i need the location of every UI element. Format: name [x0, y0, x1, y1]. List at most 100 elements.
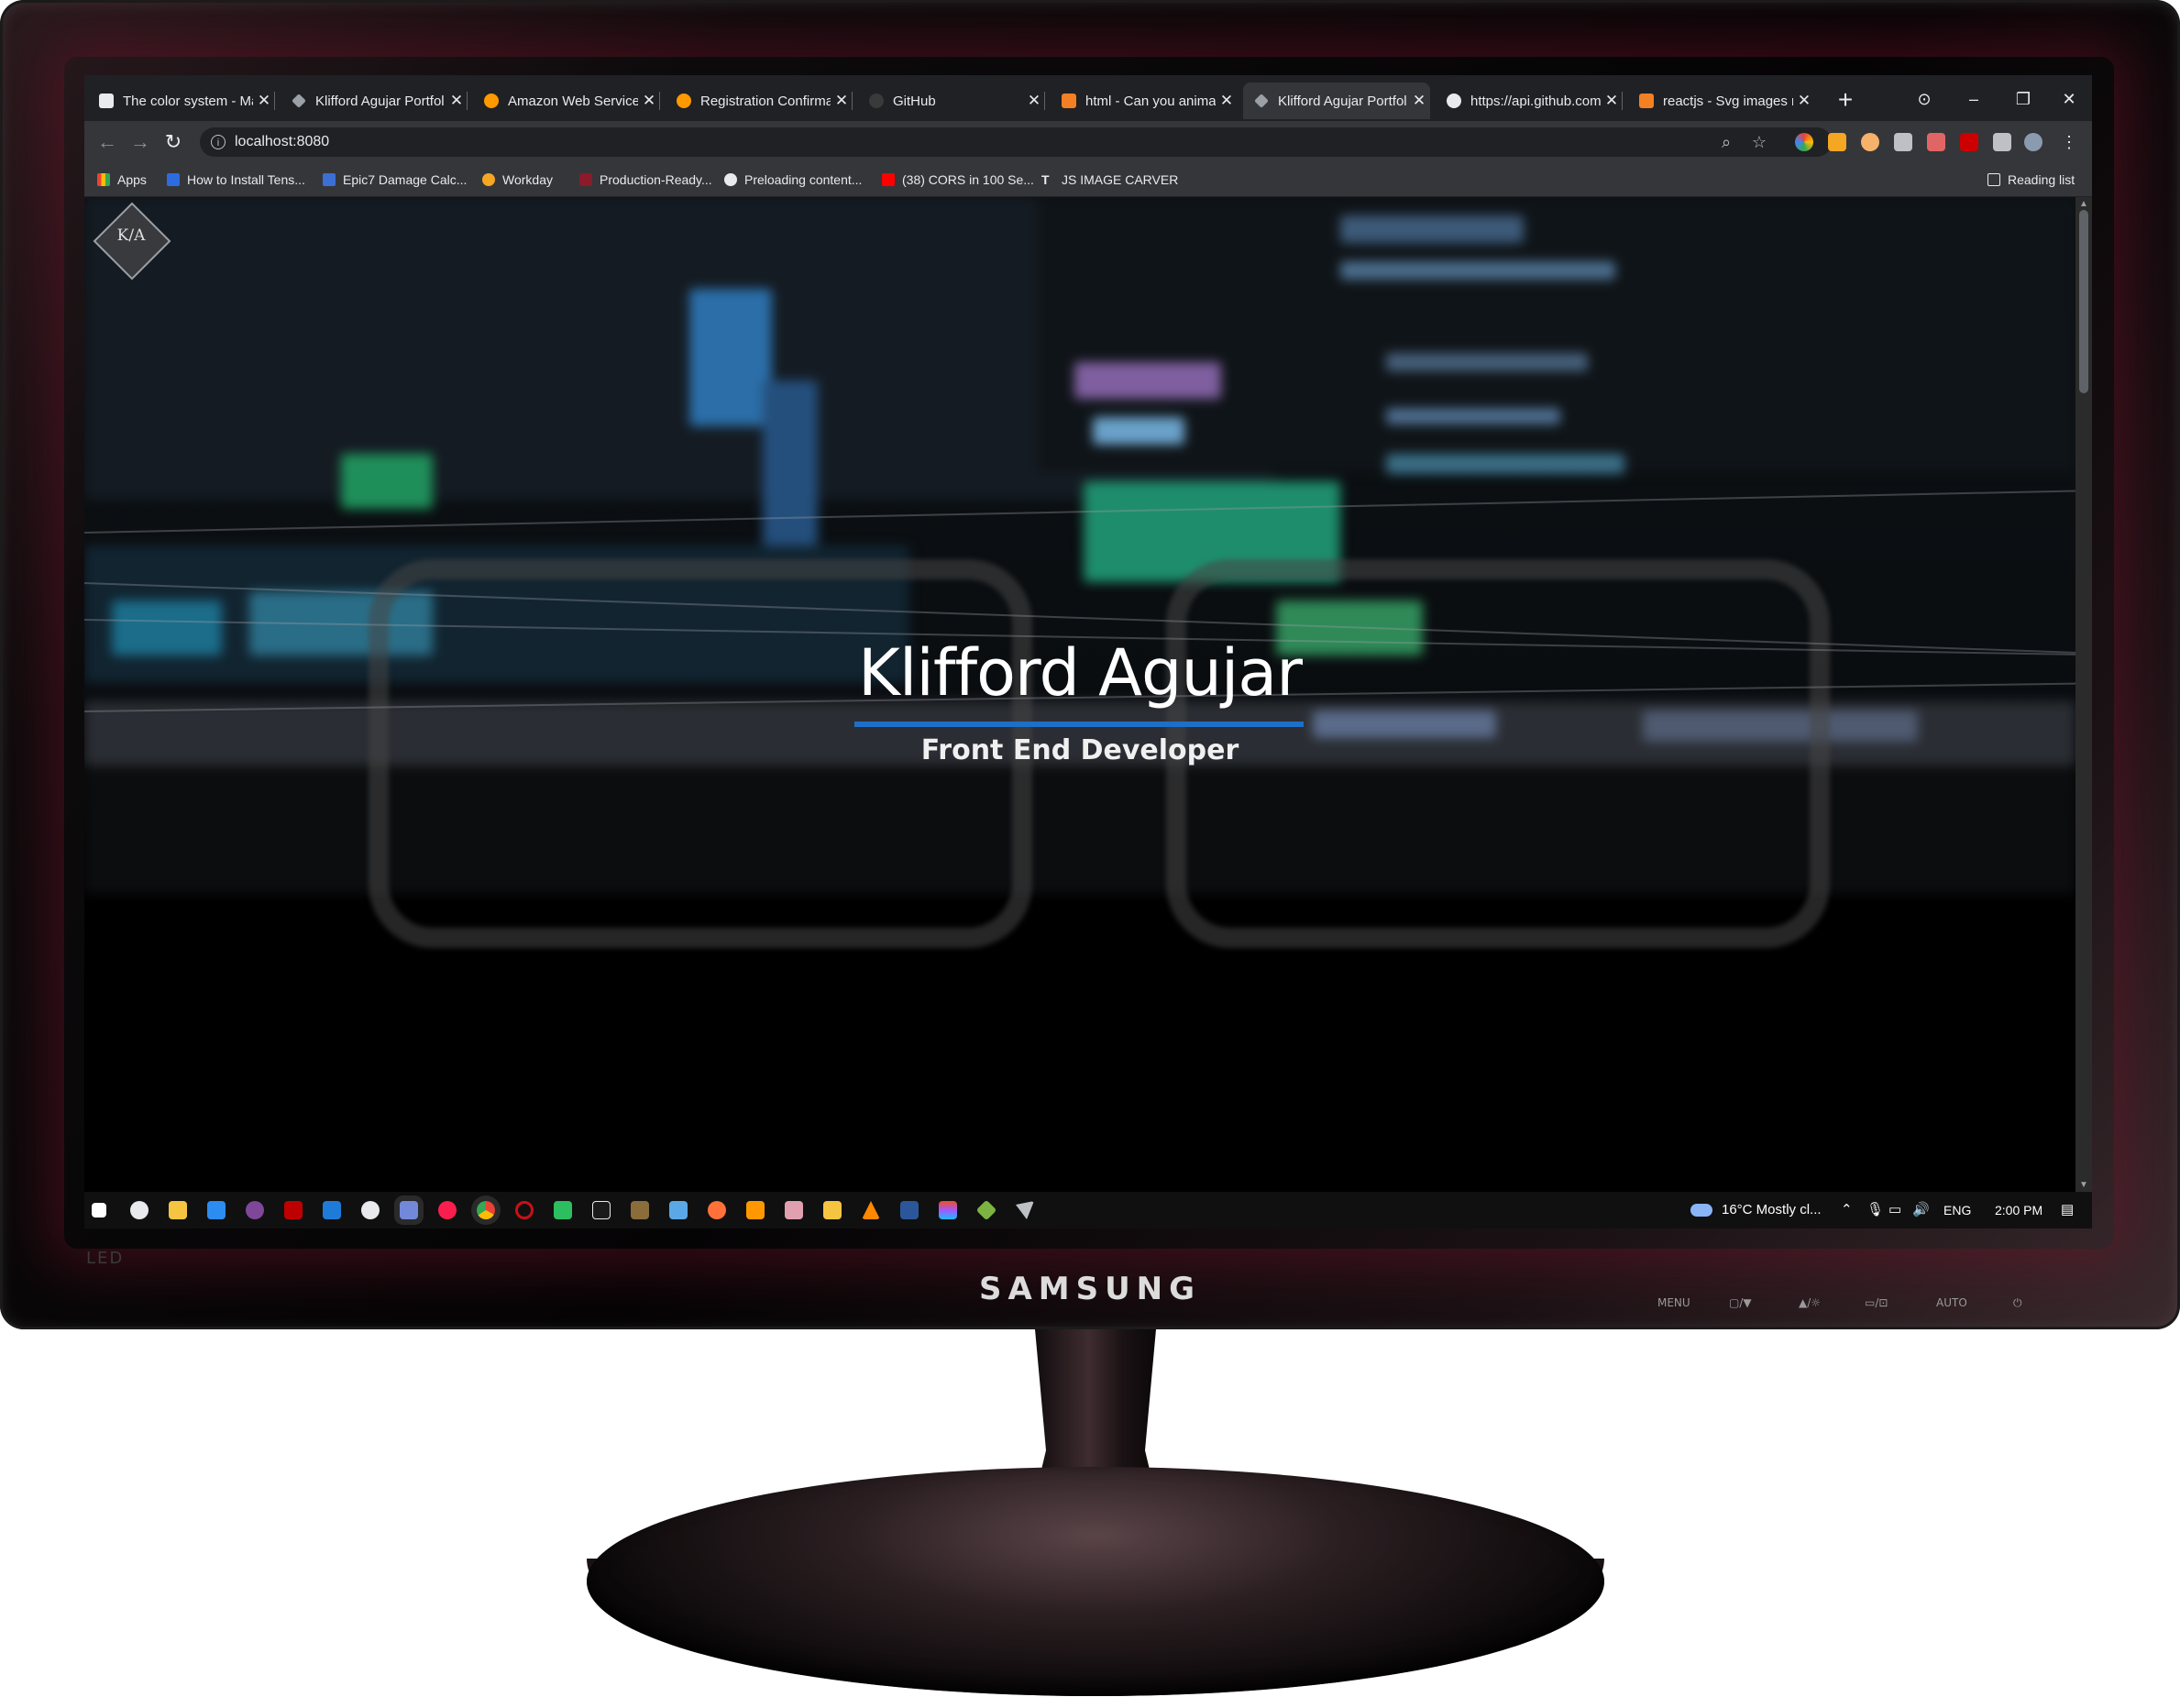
volume-icon[interactable]: 🔊	[1912, 1192, 1930, 1229]
address-bar[interactable]: i localhost:8080	[200, 127, 1832, 157]
site-info-icon[interactable]: i	[211, 135, 226, 149]
chrome-icon[interactable]	[477, 1201, 495, 1219]
monitor-stand-base	[587, 1467, 1604, 1696]
weather-widget[interactable]: 16°C Mostly cl...	[1690, 1192, 1822, 1229]
bookmark-apps[interactable]: Apps	[97, 169, 147, 191]
close-icon[interactable]: ✕	[1216, 92, 1238, 110]
opera-icon[interactable]	[515, 1201, 534, 1219]
notifications-icon[interactable]: ▤	[2061, 1192, 2074, 1229]
file-explorer-icon[interactable]	[169, 1201, 187, 1219]
close-icon[interactable]: ✕	[446, 92, 468, 110]
color-picker-extension-icon[interactable]	[1795, 133, 1813, 151]
close-window-button[interactable]: ✕	[2046, 83, 2092, 116]
reload-button[interactable]: ↻	[160, 128, 187, 156]
browser-tab-bar: The color system - Ma ✕ Klifford Agujar …	[84, 75, 2092, 121]
page-scrollbar[interactable]: ▲ ▼	[2075, 197, 2092, 1192]
bookmark-tensorflow[interactable]: How to Install Tens...	[167, 169, 305, 191]
tab-title: The color system - Ma	[123, 93, 253, 109]
tab-stackoverflow-svg[interactable]: reactjs - Svg images n ✕	[1628, 83, 1815, 119]
reading-list-button[interactable]: Reading list	[1987, 169, 2075, 191]
tab-aws[interactable]: Amazon Web Services ✕	[473, 83, 660, 119]
close-icon[interactable]: ✕	[831, 92, 853, 110]
xbox-icon[interactable]	[130, 1201, 149, 1219]
extension-icon[interactable]	[1927, 133, 1945, 151]
bookmark-preloading[interactable]: Preloading content...	[724, 169, 862, 191]
lightroom-icon[interactable]	[823, 1201, 842, 1219]
minecraft-icon[interactable]	[975, 1199, 997, 1221]
tab-registration[interactable]: Registration Confirmat ✕	[666, 83, 853, 119]
monitor-picture-button[interactable]: ▭/⊡	[1865, 1296, 1888, 1309]
monitor-brightness-button[interactable]: ▲/☼	[1799, 1296, 1821, 1309]
hero-underline	[854, 722, 1304, 727]
browser-toolbar: ← → ↻ i localhost:8080 ⌕ ☆ ⋮	[84, 121, 2092, 163]
opera-gx-icon[interactable]	[438, 1201, 457, 1219]
library-icon[interactable]	[631, 1201, 649, 1219]
menu-kebab-icon[interactable]: ⋮	[2057, 127, 2081, 157]
firefox-icon[interactable]	[708, 1201, 726, 1219]
paint-icon[interactable]	[785, 1201, 803, 1219]
bookmark-workday[interactable]: Workday	[482, 169, 553, 191]
extension-icon[interactable]	[1828, 133, 1846, 151]
bookmark-label: Preloading content...	[744, 172, 863, 187]
tab-github[interactable]: GitHub ✕	[858, 83, 1045, 119]
vscode-icon[interactable]	[323, 1201, 341, 1219]
camera-extension-icon[interactable]	[1894, 133, 1912, 151]
bookmark-epic7[interactable]: Epic7 Damage Calc...	[323, 169, 467, 191]
bookmark-label: Workday	[502, 172, 553, 187]
tab-color-system[interactable]: The color system - Ma ✕	[88, 83, 275, 119]
vlc-icon[interactable]	[862, 1201, 880, 1219]
profile-avatar[interactable]	[2024, 133, 2042, 151]
extension-icon[interactable]	[1861, 133, 1879, 151]
tab-klifford-portfolio-active[interactable]: Klifford Agujar Portfol ✕	[1243, 83, 1430, 119]
network-icon[interactable]: ▭	[1888, 1192, 1901, 1229]
github-desktop-icon[interactable]	[361, 1201, 380, 1219]
mail-icon[interactable]	[207, 1201, 226, 1219]
tab-klifford-portfolio-1[interactable]: Klifford Agujar Portfol ✕	[281, 83, 468, 119]
show-hidden-icons[interactable]: ⌃	[1841, 1192, 1853, 1229]
language-indicator[interactable]: ENG	[1943, 1192, 1971, 1229]
apps-grid-icon	[97, 173, 110, 186]
word-icon[interactable]	[900, 1201, 919, 1219]
bookmark-star-icon[interactable]: ☆	[1747, 127, 1771, 157]
tab-search-button[interactable]: ⊙	[1901, 83, 1947, 116]
tab-stackoverflow-animate[interactable]: html - Can you animat ✕	[1051, 83, 1238, 119]
bookmark-cors-video[interactable]: (38) CORS in 100 Se...	[882, 169, 1034, 191]
monitor-auto-button[interactable]: AUTO	[1936, 1296, 1967, 1309]
filezilla-icon[interactable]	[284, 1201, 303, 1219]
back-button[interactable]: ←	[94, 128, 121, 156]
close-icon[interactable]: ✕	[1023, 92, 1045, 110]
zoom-icon[interactable]: ⌕	[1714, 127, 1738, 157]
bookmark-js-image-carver[interactable]: T JS IMAGE CARVER	[1041, 169, 1178, 191]
close-icon[interactable]: ✕	[1408, 92, 1430, 110]
snip-icon[interactable]	[1016, 1201, 1034, 1219]
close-icon[interactable]: ✕	[253, 92, 275, 110]
tab-github-api[interactable]: https://api.github.com ✕	[1436, 83, 1623, 119]
terminal-icon[interactable]	[592, 1201, 611, 1219]
portfolio-hero: K/A Klifford Agujar Front End Developer	[84, 197, 2075, 1192]
bookmark-production-ready[interactable]: Production-Ready...	[579, 169, 712, 191]
clock[interactable]: 2:00 PM	[1995, 1192, 2042, 1229]
monitor-source-button[interactable]: ▢/▼	[1729, 1296, 1752, 1309]
close-icon[interactable]: ✕	[1601, 92, 1623, 110]
tor-icon[interactable]	[246, 1201, 264, 1219]
forward-button[interactable]: →	[127, 128, 154, 156]
minimize-button[interactable]: –	[1951, 83, 1997, 116]
monitor-menu-button[interactable]: MENU	[1657, 1296, 1690, 1309]
figma-icon[interactable]	[939, 1201, 957, 1219]
scrollbar-thumb[interactable]	[2079, 210, 2088, 393]
evernote-icon[interactable]	[554, 1201, 572, 1219]
extension-icon[interactable]	[1960, 133, 1978, 151]
microphone-icon[interactable]: 🎙	[1866, 1192, 1884, 1229]
new-tab-button[interactable]: +	[1832, 86, 1859, 114]
close-icon[interactable]: ✕	[1793, 92, 1815, 110]
discord-icon[interactable]	[400, 1201, 418, 1219]
windows-start-icon[interactable]	[92, 1203, 106, 1218]
reading-list-icon	[1987, 173, 2000, 186]
extensions-puzzle-icon[interactable]	[1993, 133, 2011, 151]
monitor-power-button[interactable]: ⏻	[2013, 1296, 2022, 1310]
close-icon[interactable]: ✕	[638, 92, 660, 110]
restore-button[interactable]: ❐	[2000, 83, 2046, 116]
aws-hex-icon	[677, 94, 691, 108]
sublime-icon[interactable]	[746, 1201, 765, 1219]
photos-icon[interactable]	[669, 1201, 688, 1219]
